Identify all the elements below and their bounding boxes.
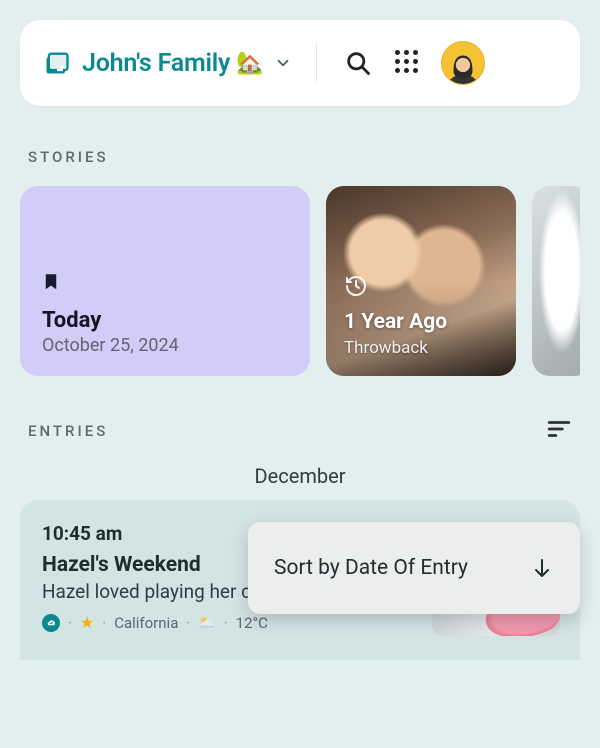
sort-popover[interactable]: Sort by Date Of Entry xyxy=(248,522,580,614)
meta-separator: · xyxy=(186,614,190,632)
entries-section-label: ENTRIES xyxy=(28,422,108,440)
sort-button[interactable] xyxy=(546,416,572,446)
story-subtitle: Throwback xyxy=(344,338,428,358)
history-icon xyxy=(344,274,368,302)
search-button[interactable] xyxy=(339,44,377,82)
entries-heading: ENTRIES xyxy=(28,416,572,446)
profile-avatar[interactable] xyxy=(441,41,485,85)
cloud-synced-icon xyxy=(42,614,60,632)
apps-grid-button[interactable] xyxy=(395,50,421,76)
meta-separator: · xyxy=(68,614,72,632)
chevron-down-icon xyxy=(274,54,292,72)
star-icon: ★ xyxy=(80,613,94,632)
story-date: October 25, 2024 xyxy=(42,335,288,356)
stories-section-label: STORIES xyxy=(28,148,580,166)
journal-icon xyxy=(42,48,72,78)
entry-temperature: 12°C xyxy=(236,614,268,632)
arrow-down-icon xyxy=(530,556,554,580)
story-card-today[interactable]: Today October 25, 2024 xyxy=(20,186,310,376)
entry-location: California xyxy=(114,614,178,632)
house-emoji-icon: 🏡 xyxy=(236,51,263,76)
journal-title: John's Family xyxy=(82,49,230,78)
entries-date-label: December xyxy=(20,464,580,488)
sort-popover-label: Sort by Date Of Entry xyxy=(274,556,468,580)
stories-row: Today October 25, 2024 1 Year Ago Throwb… xyxy=(20,186,580,376)
header-divider xyxy=(316,43,317,83)
story-title: 1 Year Ago xyxy=(344,310,447,334)
story-card-throwback[interactable]: 1 Year Ago Throwback xyxy=(326,186,516,376)
meta-separator: · xyxy=(102,614,106,632)
header-bar: John's Family 🏡 xyxy=(20,20,580,106)
meta-separator: · xyxy=(224,614,228,632)
story-photo xyxy=(532,186,580,376)
bookmark-icon xyxy=(42,270,288,296)
weather-icon: 🌥️ xyxy=(198,615,215,631)
journal-selector[interactable]: John's Family 🏡 xyxy=(82,49,292,78)
entry-meta: · ★ · California · 🌥️ · 12°C xyxy=(42,613,416,632)
story-title: Today xyxy=(42,308,288,333)
story-card-more[interactable] xyxy=(532,186,580,376)
